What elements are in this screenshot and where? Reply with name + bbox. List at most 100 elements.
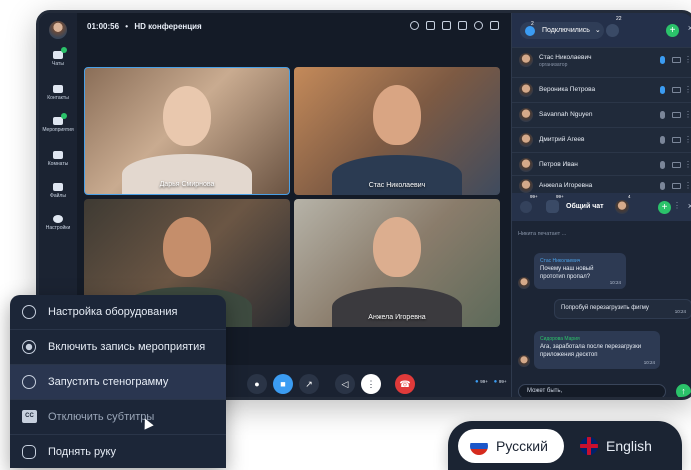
message-time: 10:24 <box>674 309 686 314</box>
camera-icon[interactable] <box>672 57 681 63</box>
menu-item-start-recording[interactable]: Включить запись мероприятия <box>10 330 226 365</box>
chat-message-incoming[interactable]: Стас Николаевич Почему наш новый прототи… <box>534 253 626 289</box>
hangup-button[interactable]: ☎ <box>395 374 415 394</box>
more-icon[interactable]: ⋮ <box>673 201 681 210</box>
video-tile[interactable]: Дарья Смирнова <box>84 67 290 195</box>
cc-icon: CC <box>22 410 37 423</box>
more-icon[interactable]: ⋮ <box>684 110 691 119</box>
rail-item-rooms[interactable]: Комнаты <box>39 151 77 167</box>
camera-icon: ■ <box>280 379 286 389</box>
menu-item-start-transcript[interactable]: Запустить стенограмму <box>10 365 226 400</box>
gear-icon <box>53 215 63 223</box>
rail-item-files[interactable]: Файлы <box>39 183 77 199</box>
avatar <box>519 179 533 193</box>
participant-row[interactable]: Дмитрий Агеев ⋮ <box>512 127 691 152</box>
participant-row[interactable]: Анжела Игоревна ⋮ <box>512 175 691 195</box>
camera-icon[interactable] <box>672 112 681 118</box>
chat-title[interactable]: Общий чат <box>566 203 604 210</box>
menu-item-raise-hand[interactable]: Поднять руку <box>10 435 226 468</box>
mic-off-icon[interactable] <box>660 161 665 169</box>
language-switcher: Русский English <box>448 421 682 470</box>
eye-icon[interactable] <box>520 201 532 213</box>
message-text: Почему наш новый <box>540 266 594 272</box>
participant-face <box>373 217 421 277</box>
menu-item-hardware-settings[interactable]: Настройка оборудования <box>10 295 226 330</box>
mic-off-icon[interactable] <box>660 136 665 144</box>
mic-off-icon[interactable] <box>660 182 665 190</box>
participant-face <box>163 217 211 277</box>
menu-item-disable-subtitles[interactable]: CC Отключить субтитры <box>10 400 226 435</box>
mic-off-icon[interactable] <box>660 111 665 119</box>
more-icon[interactable]: ⋮ <box>684 181 691 190</box>
chat-message-outgoing[interactable]: Попробуй перезагрузить фигму 10:24 <box>554 299 691 319</box>
add-participant-button[interactable]: + <box>666 24 679 37</box>
rail-item-settings[interactable]: Настройки <box>39 215 77 231</box>
rail-item-label: Чаты <box>52 61 64 67</box>
speaker-button[interactable]: ◁ <box>335 374 355 394</box>
mic-on-icon[interactable] <box>660 56 665 64</box>
rooms-icon <box>53 151 63 159</box>
participant-row[interactable]: Петров Иван ⋮ <box>512 152 691 177</box>
chat-message-incoming[interactable]: Сидорова Мария Ага, заработала после пер… <box>534 331 660 369</box>
participants-badge: 99+ <box>480 379 488 384</box>
participant-row[interactable]: Savannah Nguyen ⋮ <box>512 102 691 127</box>
waiting-icon[interactable] <box>606 24 619 37</box>
language-option-en[interactable]: English <box>568 429 676 463</box>
chat-bubble-icon[interactable] <box>458 21 467 30</box>
send-button[interactable]: ↑ <box>676 384 691 397</box>
hand-icon <box>22 445 36 459</box>
folder-icon[interactable] <box>426 21 435 30</box>
video-tile[interactable]: Анжела Игоревна <box>294 199 500 327</box>
right-panel: 2 Подключились ⌄ 22 + × Стас Николаевич … <box>511 13 691 397</box>
participants-indicator[interactable]: ● 99+ ● 99+ <box>475 379 507 385</box>
mic-button[interactable]: ● <box>247 374 267 394</box>
participant-body <box>122 154 252 194</box>
arrow-up-icon: ↑ <box>681 386 686 396</box>
avatar <box>519 83 533 97</box>
chat-icon[interactable] <box>546 200 559 213</box>
menu-item-label: Включить запись мероприятия <box>48 341 206 353</box>
video-tile[interactable]: Стас Николаевич <box>294 67 500 195</box>
mic-on-icon[interactable] <box>660 86 665 94</box>
user-avatar[interactable] <box>49 21 67 39</box>
share-screen-button[interactable]: ↗ <box>299 374 319 394</box>
more-options-menu: Настройка оборудования Включить запись м… <box>10 295 226 468</box>
language-label: English <box>606 438 652 454</box>
more-icon[interactable]: ⋮ <box>684 85 691 94</box>
stats-icon[interactable] <box>490 21 499 30</box>
video-tile-name: Дарья Смирнова <box>159 181 215 188</box>
folder-icon <box>53 183 63 191</box>
avatar <box>519 133 533 147</box>
info-icon[interactable] <box>410 21 419 30</box>
avatar[interactable] <box>615 200 629 214</box>
language-option-ru[interactable]: Русский <box>458 429 564 463</box>
connected-dropdown[interactable]: 2 Подключились ⌄ <box>520 21 604 39</box>
rail-item-events[interactable]: Мероприятия <box>39 113 77 133</box>
more-icon[interactable]: ⋮ <box>684 135 691 144</box>
chat-input[interactable]: Может быть, <box>518 384 666 397</box>
more-button[interactable]: ⋮ <box>361 374 381 394</box>
avatar <box>519 108 533 122</box>
participants-header: 2 Подключились ⌄ 22 + × <box>512 13 691 47</box>
participant-row[interactable]: Вероника Петрова ⋮ <box>512 77 691 102</box>
settings-icon[interactable] <box>474 21 483 30</box>
camera-button[interactable]: ■ <box>273 374 293 394</box>
participant-role: организатор <box>539 62 568 68</box>
language-label: Русский <box>496 438 548 454</box>
camera-icon[interactable] <box>672 137 681 143</box>
more-icon[interactable]: ⋮ <box>684 160 691 169</box>
menu-item-label: Отключить субтитры <box>48 411 155 423</box>
add-chat-button[interactable]: + <box>658 201 671 214</box>
more-icon[interactable]: ⋮ <box>684 55 691 64</box>
chat-messages: Никита печатает ... Стас Николаевич Поче… <box>512 221 691 397</box>
participant-row[interactable]: Стас Николаевич организатор ⋮ <box>512 47 691 77</box>
calendar-icon <box>53 113 67 125</box>
rail-item-chats[interactable]: Чаты <box>39 47 77 67</box>
camera-icon[interactable] <box>672 183 681 189</box>
avatar <box>518 277 530 289</box>
screen-icon[interactable] <box>442 21 451 30</box>
camera-icon[interactable] <box>672 87 681 93</box>
record-icon <box>22 340 36 354</box>
rail-item-contacts[interactable]: Контакты <box>39 85 77 101</box>
camera-icon[interactable] <box>672 162 681 168</box>
